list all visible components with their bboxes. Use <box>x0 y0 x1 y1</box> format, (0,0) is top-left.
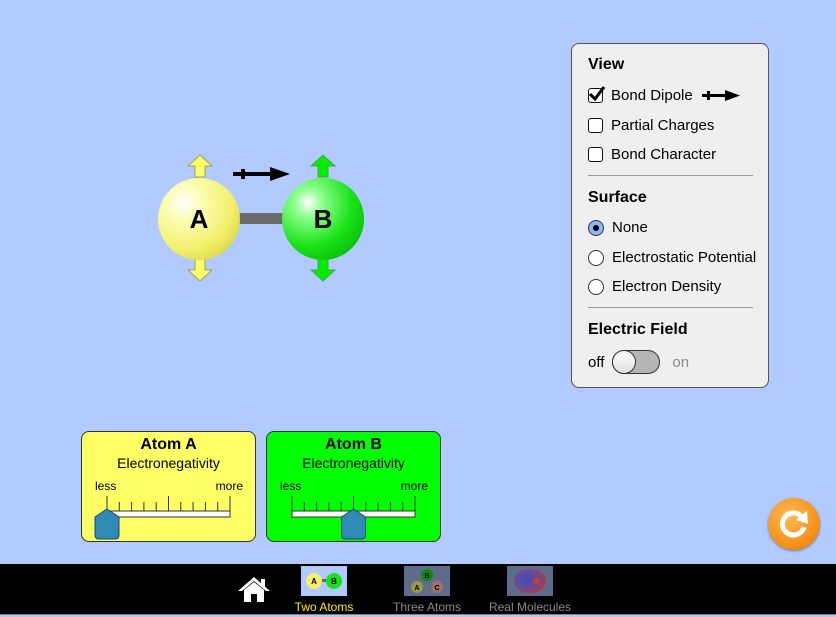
bond-dipole-arrow-icon <box>233 167 290 181</box>
play-area: A B View Bond Dipole Partial Charges Bon… <box>0 0 836 564</box>
toggle-knob[interactable] <box>612 350 637 374</box>
radio-unselected-icon[interactable] <box>588 278 604 295</box>
checkbox-unchecked-icon[interactable] <box>588 147 603 162</box>
bond-character-checkbox[interactable]: Bond Character <box>588 146 716 163</box>
control-panel: View Bond Dipole Partial Charges Bond Ch… <box>571 43 769 388</box>
checkbox-checked-icon[interactable] <box>588 86 606 103</box>
radio-unselected-icon[interactable] <box>588 249 604 266</box>
rotate-up-arrow-a-icon[interactable] <box>186 154 214 178</box>
atom-b-electronegativity-control: Atom B Electronegativity less more <box>266 431 441 542</box>
surface-none-radio[interactable]: None <box>588 219 648 236</box>
divider <box>588 307 753 308</box>
divider <box>588 175 753 176</box>
atom-b-electronegativity-slider[interactable] <box>267 432 442 543</box>
two-atoms-thumbnail: A B <box>301 566 347 596</box>
three-atoms-label: Three Atoms <box>392 600 462 614</box>
thumb-atom-a: A <box>311 577 317 586</box>
electric-field-toggle-row: off on <box>588 350 689 374</box>
partial-charges-label: Partial Charges <box>611 117 715 134</box>
real-molecules-thumbnail <box>507 566 553 596</box>
surface-electron-density-radio[interactable]: Electron Density <box>588 278 721 295</box>
surface-none-label: None <box>612 219 648 236</box>
toggle-on-label: on <box>672 353 690 371</box>
thumb-atom-c: C <box>434 585 439 592</box>
rotate-down-arrow-b-icon[interactable] <box>309 258 337 282</box>
slider-track[interactable] <box>106 510 231 518</box>
rotate-up-arrow-b-icon[interactable] <box>309 154 337 178</box>
rotate-down-arrow-a-icon[interactable] <box>186 258 214 282</box>
thumb-atom-a: A <box>414 585 419 592</box>
radio-selected-icon[interactable] <box>588 219 604 236</box>
atom-b[interactable]: B <box>282 178 364 260</box>
atom-a-electronegativity-slider[interactable] <box>82 432 257 543</box>
surface-electrostatic-radio[interactable]: Electrostatic Potential <box>588 249 756 266</box>
atom-a-label: A <box>189 203 209 234</box>
thumb-atom-b: B <box>331 577 337 586</box>
electric-field-toggle[interactable] <box>612 350 661 374</box>
surface-electron-density-label: Electron Density <box>612 278 722 295</box>
electric-field-heading: Electric Field <box>588 321 688 338</box>
thumb-atom-b: B <box>424 573 429 580</box>
three-atoms-thumbnail: B A C <box>404 566 450 596</box>
bond <box>238 213 284 224</box>
screen-three-atoms-button[interactable]: B A C Three Atoms <box>388 566 466 614</box>
home-button-icon[interactable] <box>237 575 271 603</box>
checkbox-unchecked-icon[interactable] <box>588 118 603 133</box>
view-heading: View <box>588 56 625 73</box>
atom-a[interactable]: A <box>158 178 240 260</box>
screen-two-atoms-button[interactable]: A B Two Atoms <box>292 566 356 614</box>
partial-charges-checkbox[interactable]: Partial Charges <box>588 117 714 134</box>
bond-dipole-legend-arrow-icon <box>701 89 740 101</box>
toggle-off-label: off <box>588 353 605 371</box>
reset-all-button[interactable] <box>768 498 820 550</box>
bond-dipole-checkbox[interactable]: Bond Dipole <box>588 86 741 104</box>
bond-dipole-label: Bond Dipole <box>611 87 693 104</box>
atom-a-electronegativity-control: Atom A Electronegativity less more <box>81 431 256 542</box>
real-molecules-label: Real Molecules <box>488 600 572 614</box>
reset-icon <box>779 510 808 538</box>
screen-real-molecules-button[interactable]: Real Molecules <box>482 566 578 614</box>
surface-electrostatic-label: Electrostatic Potential <box>612 249 757 266</box>
surface-heading: Surface <box>588 189 647 206</box>
bond-character-label: Bond Character <box>611 146 717 163</box>
atom-b-label: B <box>313 203 333 234</box>
two-atoms-label: Two Atoms <box>294 600 354 614</box>
